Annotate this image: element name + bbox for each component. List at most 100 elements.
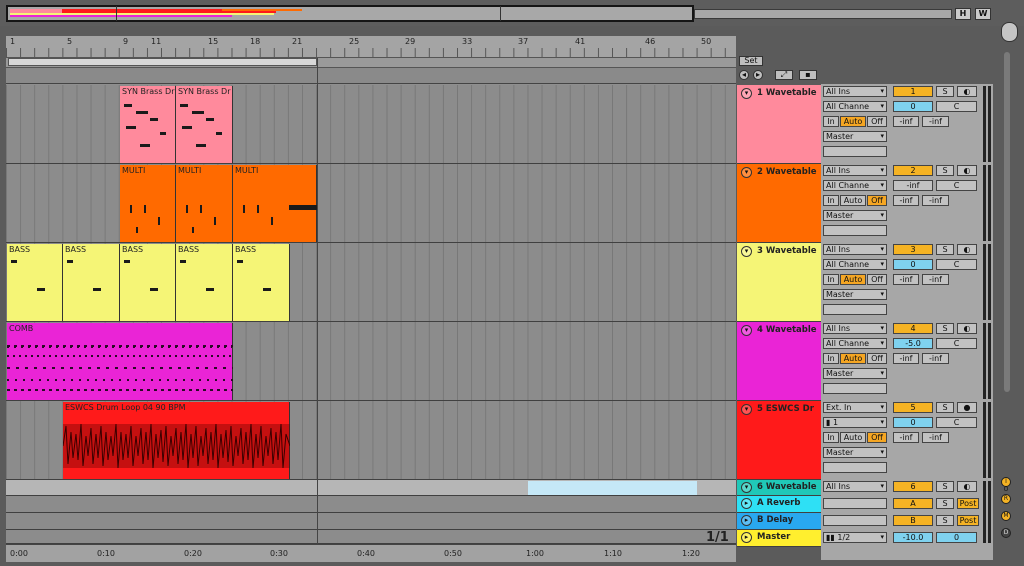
fold-icon[interactable]: ▾ (741, 88, 752, 99)
monitor-in-button[interactable]: In (823, 353, 839, 364)
track-lane-6[interactable] (6, 480, 736, 496)
midi-clip[interactable]: MULTI (176, 165, 233, 242)
lock-icon[interactable]: ▪ (799, 70, 817, 80)
monitor-auto-button[interactable]: Auto (840, 353, 866, 364)
output-channel-select[interactable] (823, 146, 887, 157)
midi-clip[interactable]: BASS (233, 244, 290, 321)
return-header-a[interactable]: ▸ A Reverb (737, 496, 821, 513)
solo-button[interactable]: S (936, 402, 954, 413)
return-lane-b[interactable] (6, 513, 736, 530)
track-lane-1[interactable]: SYN Brass Dr SYN Brass Dr (6, 85, 736, 164)
input-type-select[interactable]: All Ins ▾ (823, 86, 887, 97)
master-volume-field[interactable]: -10.0 (893, 532, 933, 543)
send-a-field[interactable]: -inf (893, 353, 919, 364)
fold-icon[interactable]: ▾ (741, 167, 752, 178)
monitor-off-button[interactable]: Off (867, 116, 887, 127)
track-lane-5[interactable]: ESWCS Drum Loop 04 90 BPM (6, 401, 736, 480)
return-activator-button[interactable]: B (893, 515, 933, 526)
send-b-field[interactable]: -inf (922, 274, 949, 285)
output-select[interactable] (823, 498, 887, 509)
output-select[interactable]: Master ▾ (823, 131, 887, 142)
pan-field[interactable]: C (936, 180, 977, 191)
beat-ruler[interactable]: 1 5 9 11 15 18 21 25 29 33 37 41 46 50 (6, 36, 736, 58)
play-icon[interactable]: ▸ (741, 498, 752, 509)
monitor-in-button[interactable]: In (823, 195, 839, 206)
track-lane-4[interactable]: COMB (6, 322, 736, 401)
volume-field[interactable]: 0 (893, 417, 933, 428)
fold-icon[interactable]: ▾ (741, 246, 752, 257)
volume-field[interactable]: 0 (893, 101, 933, 112)
cue-select[interactable]: ▮▮ 1/2 ▾ (823, 532, 887, 543)
track-header-4[interactable]: ▾ 4 Wavetable (737, 322, 821, 401)
monitor-off-button[interactable]: Off (867, 274, 887, 285)
input-channel-select[interactable]: All Channe ▾ (823, 338, 887, 349)
arm-icon[interactable]: ◐ (957, 244, 977, 255)
midi-clip[interactable]: BASS (120, 244, 176, 321)
output-channel-select[interactable] (823, 383, 887, 394)
input-channel-select[interactable]: All Channe ▾ (823, 101, 887, 112)
volume-field[interactable]: -inf (893, 180, 933, 191)
output-select[interactable]: Master ▾ (823, 368, 887, 379)
arm-icon[interactable]: ◐ (957, 323, 977, 334)
solo-button[interactable]: S (936, 323, 954, 334)
play-icon[interactable]: ▸ (741, 532, 752, 543)
output-channel-select[interactable] (823, 462, 887, 473)
monitor-auto-button[interactable]: Auto (840, 116, 866, 127)
solo-button[interactable]: S (936, 481, 954, 492)
volume-field[interactable]: 0 (893, 259, 933, 270)
track-activator-button[interactable]: 6 (893, 481, 933, 492)
overview-scroll[interactable] (694, 9, 952, 19)
fold-icon[interactable]: ▾ (741, 404, 752, 415)
output-channel-select[interactable] (823, 225, 887, 236)
volume-field[interactable]: -5.0 (893, 338, 933, 349)
monitor-in-button[interactable]: In (823, 274, 839, 285)
send-a-field[interactable]: -inf (893, 195, 919, 206)
time-selection[interactable] (528, 481, 697, 495)
track-header-5[interactable]: ▾ 5 ESWCS Dr (737, 401, 821, 480)
monitor-off-button[interactable]: Off (867, 432, 887, 443)
track-header-3[interactable]: ▾ 3 Wavetable (737, 243, 821, 322)
midi-clip[interactable]: BASS (63, 244, 120, 321)
return-lane-a[interactable] (6, 496, 736, 513)
midi-clip[interactable]: SYN Brass Dr (120, 86, 176, 163)
input-channel-select[interactable]: All Channe ▾ (823, 180, 887, 191)
monitor-auto-button[interactable]: Auto (840, 432, 866, 443)
arm-icon[interactable]: ● (957, 402, 977, 413)
midi-clip[interactable]: BASS (176, 244, 233, 321)
midi-clip[interactable]: MULTI (120, 165, 176, 242)
track-activator-button[interactable]: 5 (893, 402, 933, 413)
master-header[interactable]: ▸ Master (737, 530, 821, 547)
midi-clip[interactable]: BASS (7, 244, 63, 321)
output-select[interactable] (823, 515, 887, 526)
send-a-field[interactable]: -inf (893, 274, 919, 285)
send-a-field[interactable]: -inf (893, 432, 919, 443)
fold-icon[interactable]: ▾ (741, 325, 752, 336)
expand-icon[interactable]: ⤢ (775, 70, 793, 80)
track-lane-2[interactable]: MULTI MULTI MULTI (6, 164, 736, 243)
midi-clip[interactable]: MULTI (233, 165, 317, 242)
pan-field[interactable]: C (936, 417, 977, 428)
w-button[interactable]: W (975, 8, 991, 20)
solo-button[interactable]: S (936, 86, 954, 97)
post-button[interactable]: Post (957, 498, 979, 509)
io-toggle-icon[interactable]: I O (1001, 477, 1011, 493)
input-type-select[interactable]: All Ins ▾ (823, 244, 887, 255)
monitor-in-button[interactable]: In (823, 116, 839, 127)
track-activator-button[interactable]: 3 (893, 244, 933, 255)
locator-lane[interactable] (6, 68, 736, 84)
solo-button[interactable]: S (936, 244, 954, 255)
input-type-select[interactable]: All Ins ▾ (823, 481, 887, 492)
pan-field[interactable]: C (936, 338, 977, 349)
master-pan-field[interactable]: 0 (936, 532, 977, 543)
track-activator-button[interactable]: 1 (893, 86, 933, 97)
play-icon[interactable]: ▸ (741, 515, 752, 526)
monitor-auto-button[interactable]: Auto (840, 274, 866, 285)
next-locator-icon[interactable]: ▸ (753, 70, 763, 80)
midi-clip[interactable]: COMB (7, 323, 233, 400)
send-b-field[interactable]: -inf (922, 432, 949, 443)
solo-button[interactable]: S (936, 515, 954, 526)
loop-brace[interactable] (8, 58, 317, 66)
return-activator-button[interactable]: A (893, 498, 933, 509)
output-select[interactable]: Master ▾ (823, 210, 887, 221)
output-select[interactable]: Master ▾ (823, 289, 887, 300)
